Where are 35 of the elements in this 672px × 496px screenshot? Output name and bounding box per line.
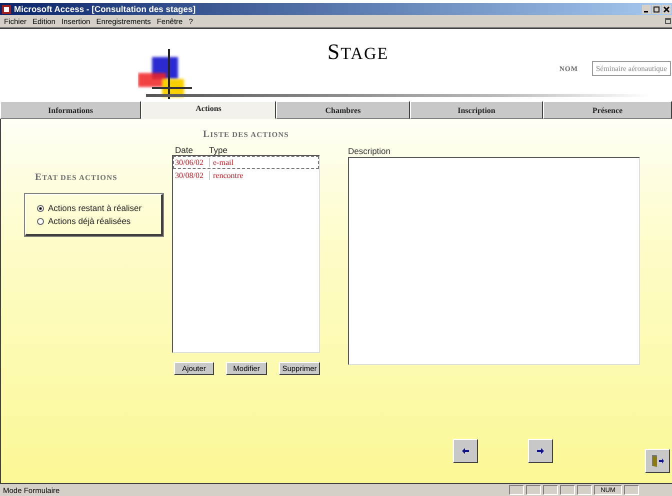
left-arrow-icon: [461, 447, 470, 455]
tab[interactable]: Inscription: [410, 101, 543, 119]
field-label: Description: [348, 146, 392, 156]
radio-button[interactable]: [37, 204, 44, 212]
close-icon[interactable]: [662, 4, 671, 14]
app-icon: [2, 4, 11, 14]
tab[interactable]: Actions: [141, 101, 276, 119]
status-panel: [543, 485, 558, 495]
next-button[interactable]: [528, 439, 553, 463]
restore-icon[interactable]: [652, 4, 661, 14]
tab[interactable]: Chambres: [276, 101, 410, 119]
list-row[interactable]: 30/06/02 e-mail: [173, 156, 319, 169]
list-row[interactable]: 30/08/02 rencontre: [173, 169, 319, 182]
list-title: LISTE DES ACTIONS: [202, 129, 290, 140]
column-header: Type: [209, 145, 228, 155]
column-header: Date: [174, 145, 194, 155]
exit-button[interactable]: [645, 449, 670, 473]
window-title: Microsoft Access - [Consultation des stages]: [14, 4, 197, 14]
tab[interactable]: Informations: [0, 101, 141, 119]
status-panel: [509, 485, 524, 495]
radio-button[interactable]: [37, 218, 44, 224]
group-title: ETAT DES ACTIONS: [35, 172, 118, 183]
description-field[interactable]: [348, 157, 640, 365]
status-panel: [560, 485, 575, 495]
tab[interactable]: Présence: [543, 101, 672, 119]
door-exit-icon: [650, 454, 664, 468]
radio-label: Actions restant à réaliser: [48, 203, 142, 213]
logo-drawing: [138, 49, 194, 99]
radio-label: Actions déjà réalisées: [48, 216, 131, 226]
status-panel: [577, 485, 592, 495]
status-panel: [526, 485, 541, 495]
right-arrow-icon: [536, 447, 545, 455]
previous-button[interactable]: [453, 439, 478, 463]
form-title: STAGE: [327, 39, 389, 65]
status-panel: [624, 485, 639, 495]
